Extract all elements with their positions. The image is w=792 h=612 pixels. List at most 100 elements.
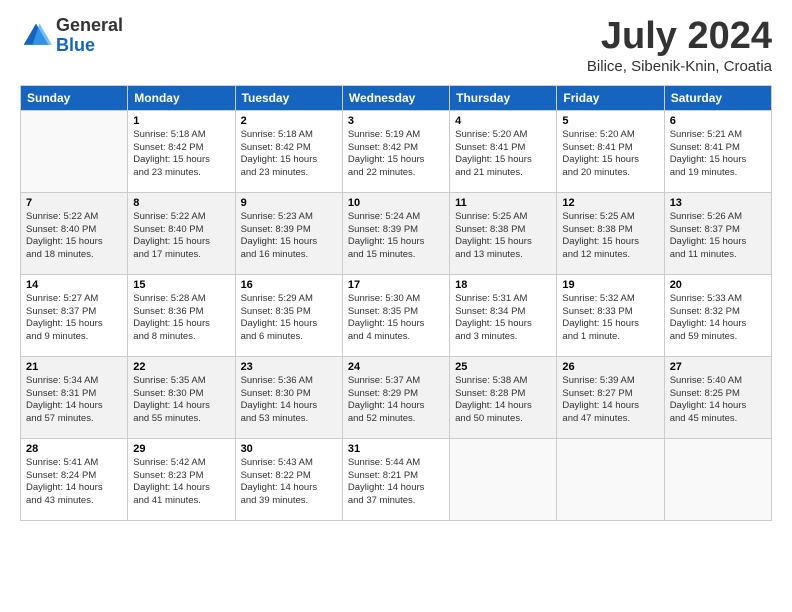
day-info: Sunrise: 5:31 AM Sunset: 8:34 PM Dayligh…	[455, 293, 551, 344]
day-info: Sunrise: 5:18 AM Sunset: 8:42 PM Dayligh…	[241, 129, 337, 180]
calendar-day: 25 Sunrise: 5:38 AM Sunset: 8:28 PM Dayli…	[450, 356, 557, 438]
day-info: Sunrise: 5:30 AM Sunset: 8:35 PM Dayligh…	[348, 293, 444, 344]
calendar-day: 6 Sunrise: 5:21 AM Sunset: 8:41 PM Daylig…	[664, 110, 771, 192]
calendar-day: 2 Sunrise: 5:18 AM Sunset: 8:42 PM Daylig…	[235, 110, 342, 192]
day-number: 8	[133, 197, 229, 209]
calendar-day: 14Sunrise: 5:27 AM Sunset: 8:37 PM Dayli…	[21, 274, 128, 356]
day-number: 3	[348, 115, 444, 127]
day-number: 16	[241, 279, 337, 291]
day-number: 7	[26, 197, 122, 209]
day-info: Sunrise: 5:39 AM Sunset: 8:27 PM Dayligh…	[562, 375, 658, 426]
header-tuesday: Tuesday	[235, 85, 342, 110]
calendar-day: 27 Sunrise: 5:40 AM Sunset: 8:25 PM Dayli…	[664, 356, 771, 438]
logo-icon	[20, 20, 52, 52]
day-info: Sunrise: 5:36 AM Sunset: 8:30 PM Dayligh…	[241, 375, 337, 426]
calendar-day: 9 Sunrise: 5:23 AM Sunset: 8:39 PM Daylig…	[235, 192, 342, 274]
day-info: Sunrise: 5:42 AM Sunset: 8:23 PM Dayligh…	[133, 457, 229, 508]
day-number: 28	[26, 443, 122, 455]
calendar-day	[21, 110, 128, 192]
day-number: 26	[562, 361, 658, 373]
day-info: Sunrise: 5:37 AM Sunset: 8:29 PM Dayligh…	[348, 375, 444, 426]
day-info: Sunrise: 5:40 AM Sunset: 8:25 PM Dayligh…	[670, 375, 766, 426]
header-row: Sunday Monday Tuesday Wednesday Thursday…	[21, 85, 772, 110]
header-monday: Monday	[128, 85, 235, 110]
calendar-day: 13Sunrise: 5:26 AM Sunset: 8:37 PM Dayli…	[664, 192, 771, 274]
calendar-day: 5Sunrise: 5:20 AM Sunset: 8:41 PM Daylig…	[557, 110, 664, 192]
calendar-day: 28Sunrise: 5:41 AM Sunset: 8:24 PM Dayli…	[21, 438, 128, 520]
day-info: Sunrise: 5:20 AM Sunset: 8:41 PM Dayligh…	[562, 129, 658, 180]
day-info: Sunrise: 5:22 AM Sunset: 8:40 PM Dayligh…	[26, 211, 122, 262]
day-number: 15	[133, 279, 229, 291]
calendar-week-4: 21Sunrise: 5:34 AM Sunset: 8:31 PM Dayli…	[21, 356, 772, 438]
day-info: Sunrise: 5:34 AM Sunset: 8:31 PM Dayligh…	[26, 375, 122, 426]
day-number: 6	[670, 115, 766, 127]
calendar-day: 20 Sunrise: 5:33 AM Sunset: 8:32 PM Dayli…	[664, 274, 771, 356]
calendar-day: 21Sunrise: 5:34 AM Sunset: 8:31 PM Dayli…	[21, 356, 128, 438]
day-info: Sunrise: 5:29 AM Sunset: 8:35 PM Dayligh…	[241, 293, 337, 344]
day-info: Sunrise: 5:38 AM Sunset: 8:28 PM Dayligh…	[455, 375, 551, 426]
header-wednesday: Wednesday	[342, 85, 449, 110]
day-info: Sunrise: 5:23 AM Sunset: 8:39 PM Dayligh…	[241, 211, 337, 262]
calendar-table: Sunday Monday Tuesday Wednesday Thursday…	[20, 85, 772, 521]
calendar-day: 17 Sunrise: 5:30 AM Sunset: 8:35 PM Dayli…	[342, 274, 449, 356]
day-number: 22	[133, 361, 229, 373]
day-info: Sunrise: 5:22 AM Sunset: 8:40 PM Dayligh…	[133, 211, 229, 262]
header-thursday: Thursday	[450, 85, 557, 110]
day-number: 27	[670, 361, 766, 373]
calendar-body: 1Sunrise: 5:18 AM Sunset: 8:42 PM Daylig…	[21, 110, 772, 520]
calendar-day: 29 Sunrise: 5:42 AM Sunset: 8:23 PM Dayli…	[128, 438, 235, 520]
day-number: 17	[348, 279, 444, 291]
calendar-day: 12Sunrise: 5:25 AM Sunset: 8:38 PM Dayli…	[557, 192, 664, 274]
day-info: Sunrise: 5:27 AM Sunset: 8:37 PM Dayligh…	[26, 293, 122, 344]
logo: General Blue	[20, 16, 123, 56]
calendar-week-5: 28Sunrise: 5:41 AM Sunset: 8:24 PM Dayli…	[21, 438, 772, 520]
calendar-day: 22 Sunrise: 5:35 AM Sunset: 8:30 PM Dayli…	[128, 356, 235, 438]
calendar-day: 26 Sunrise: 5:39 AM Sunset: 8:27 PM Dayli…	[557, 356, 664, 438]
day-number: 10	[348, 197, 444, 209]
day-number: 9	[241, 197, 337, 209]
calendar-day: 7 Sunrise: 5:22 AM Sunset: 8:40 PM Daylig…	[21, 192, 128, 274]
calendar-day: 16 Sunrise: 5:29 AM Sunset: 8:35 PM Dayli…	[235, 274, 342, 356]
calendar-day: 1Sunrise: 5:18 AM Sunset: 8:42 PM Daylig…	[128, 110, 235, 192]
calendar-day: 30 Sunrise: 5:43 AM Sunset: 8:22 PM Dayli…	[235, 438, 342, 520]
calendar-day: 8 Sunrise: 5:22 AM Sunset: 8:40 PM Daylig…	[128, 192, 235, 274]
day-info: Sunrise: 5:18 AM Sunset: 8:42 PM Dayligh…	[133, 129, 229, 180]
day-number: 23	[241, 361, 337, 373]
day-number: 12	[562, 197, 658, 209]
header-friday: Friday	[557, 85, 664, 110]
title-block: July 2024 Bilice, Sibenik-Knin, Croatia	[587, 16, 772, 75]
day-info: Sunrise: 5:28 AM Sunset: 8:36 PM Dayligh…	[133, 293, 229, 344]
calendar-day: 24 Sunrise: 5:37 AM Sunset: 8:29 PM Dayli…	[342, 356, 449, 438]
day-info: Sunrise: 5:26 AM Sunset: 8:37 PM Dayligh…	[670, 211, 766, 262]
day-info: Sunrise: 5:32 AM Sunset: 8:33 PM Dayligh…	[562, 293, 658, 344]
calendar-day	[450, 438, 557, 520]
day-info: Sunrise: 5:33 AM Sunset: 8:32 PM Dayligh…	[670, 293, 766, 344]
calendar-day: 19Sunrise: 5:32 AM Sunset: 8:33 PM Dayli…	[557, 274, 664, 356]
header-saturday: Saturday	[664, 85, 771, 110]
day-number: 25	[455, 361, 551, 373]
calendar-week-3: 14Sunrise: 5:27 AM Sunset: 8:37 PM Dayli…	[21, 274, 772, 356]
day-info: Sunrise: 5:21 AM Sunset: 8:41 PM Dayligh…	[670, 129, 766, 180]
day-info: Sunrise: 5:19 AM Sunset: 8:42 PM Dayligh…	[348, 129, 444, 180]
calendar-day: 11Sunrise: 5:25 AM Sunset: 8:38 PM Dayli…	[450, 192, 557, 274]
calendar-day: 31Sunrise: 5:44 AM Sunset: 8:21 PM Dayli…	[342, 438, 449, 520]
calendar-day: 18 Sunrise: 5:31 AM Sunset: 8:34 PM Dayli…	[450, 274, 557, 356]
day-number: 31	[348, 443, 444, 455]
calendar-day	[557, 438, 664, 520]
day-number: 2	[241, 115, 337, 127]
day-number: 29	[133, 443, 229, 455]
calendar-day: 10Sunrise: 5:24 AM Sunset: 8:39 PM Dayli…	[342, 192, 449, 274]
calendar-week-2: 7 Sunrise: 5:22 AM Sunset: 8:40 PM Daylig…	[21, 192, 772, 274]
day-info: Sunrise: 5:35 AM Sunset: 8:30 PM Dayligh…	[133, 375, 229, 426]
logo-general-text: General	[56, 15, 123, 35]
calendar-header: Sunday Monday Tuesday Wednesday Thursday…	[21, 85, 772, 110]
calendar-day: 15 Sunrise: 5:28 AM Sunset: 8:36 PM Dayli…	[128, 274, 235, 356]
day-info: Sunrise: 5:43 AM Sunset: 8:22 PM Dayligh…	[241, 457, 337, 508]
day-number: 30	[241, 443, 337, 455]
day-number: 18	[455, 279, 551, 291]
calendar-day	[664, 438, 771, 520]
day-number: 20	[670, 279, 766, 291]
calendar-day: 3 Sunrise: 5:19 AM Sunset: 8:42 PM Daylig…	[342, 110, 449, 192]
day-number: 24	[348, 361, 444, 373]
calendar-day: 4Sunrise: 5:20 AM Sunset: 8:41 PM Daylig…	[450, 110, 557, 192]
